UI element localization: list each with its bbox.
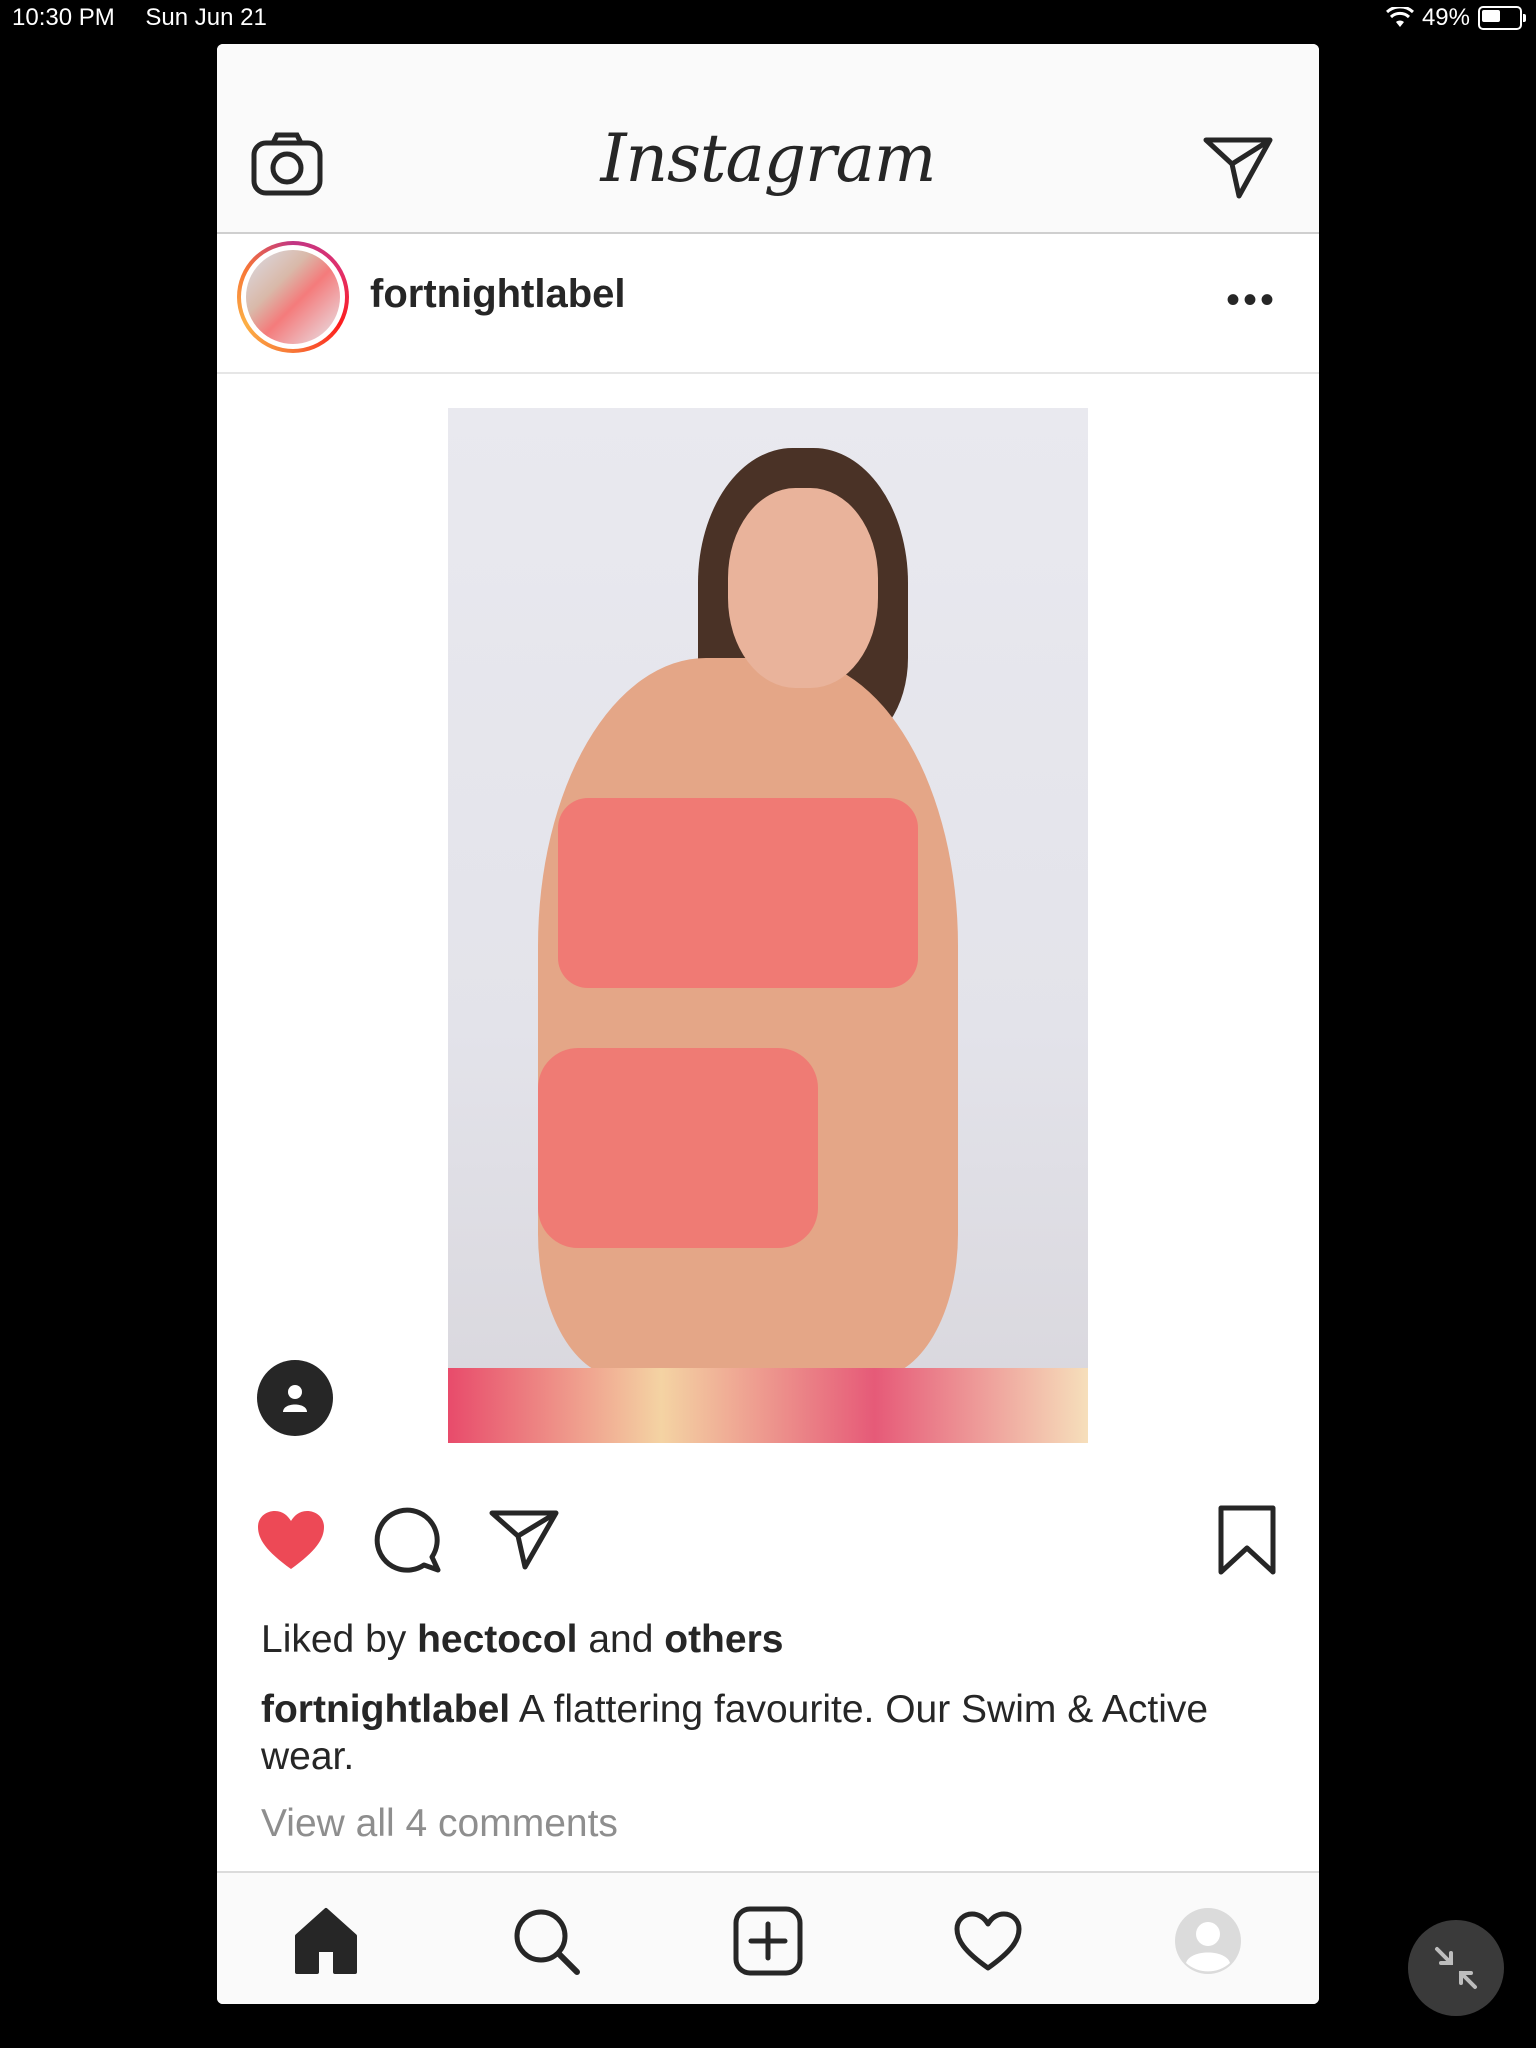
comment-bubble-icon bbox=[374, 1507, 441, 1573]
battery-percent: 49% bbox=[1421, 4, 1470, 31]
profile-icon bbox=[1175, 1908, 1241, 1974]
likes-others[interactable]: others bbox=[664, 1618, 783, 1661]
photo-face bbox=[728, 488, 878, 688]
post-caption: fortnightlabel A flattering favourite. O… bbox=[261, 1686, 1261, 1780]
view-comments-link[interactable]: View all 4 comments bbox=[261, 1802, 618, 1846]
likes-user[interactable]: hectocol bbox=[417, 1618, 577, 1661]
photo-swim-bottom bbox=[538, 1048, 818, 1248]
paper-plane-icon bbox=[489, 1510, 559, 1570]
avatar[interactable] bbox=[237, 241, 349, 353]
status-time: 10:30 PM bbox=[12, 4, 115, 31]
likes-mid: and bbox=[588, 1618, 654, 1661]
tab-profile[interactable] bbox=[1168, 1901, 1248, 1981]
wifi-icon bbox=[1385, 7, 1414, 27]
post-username[interactable]: fortnightlabel bbox=[370, 272, 626, 317]
post-image[interactable] bbox=[448, 408, 1088, 1443]
arrows-collapse-icon bbox=[1435, 1947, 1477, 1989]
instagram-app: Instagram fortnightlabel ••• Liked by he… bbox=[217, 44, 1319, 2004]
collapse-window-button[interactable] bbox=[1408, 1920, 1504, 2016]
photo-body bbox=[538, 658, 958, 1378]
more-options-button[interactable]: ••• bbox=[1226, 278, 1277, 323]
like-button[interactable] bbox=[255, 1504, 327, 1576]
plus-square-icon bbox=[733, 1906, 803, 1976]
photo-swim-top bbox=[558, 798, 918, 988]
top-bar: Instagram bbox=[217, 44, 1319, 234]
status-bar: 10:30 PM Sun Jun 21 49% bbox=[0, 0, 1536, 40]
share-button[interactable] bbox=[488, 1504, 560, 1576]
tagged-people-button[interactable] bbox=[257, 1360, 333, 1436]
comment-button[interactable] bbox=[373, 1504, 445, 1576]
status-left: 10:30 PM Sun Jun 21 bbox=[12, 4, 291, 32]
post-actions bbox=[217, 1504, 1319, 1604]
photo-seat bbox=[448, 1368, 1088, 1443]
search-icon bbox=[514, 1909, 580, 1975]
status-date: Sun Jun 21 bbox=[145, 4, 267, 31]
save-button[interactable] bbox=[1211, 1504, 1283, 1576]
post-header: fortnightlabel ••• bbox=[217, 234, 1319, 374]
heart-outline-icon bbox=[954, 1911, 1022, 1971]
bookmark-icon bbox=[1218, 1505, 1276, 1575]
likes-prefix: Liked by bbox=[261, 1618, 407, 1661]
battery-icon bbox=[1478, 6, 1526, 30]
person-tag-icon bbox=[283, 1385, 307, 1412]
app-logo: Instagram bbox=[600, 120, 936, 197]
tab-activity[interactable] bbox=[948, 1901, 1028, 1981]
paper-plane-icon bbox=[1203, 137, 1273, 199]
status-right: 49% bbox=[1385, 4, 1526, 32]
heart-filled-icon bbox=[258, 1511, 324, 1569]
avatar-image bbox=[246, 250, 340, 344]
likes-text[interactable]: Liked by hectocol and others bbox=[261, 1618, 783, 1662]
tab-home[interactable] bbox=[286, 1901, 366, 1981]
avatar-frame bbox=[241, 245, 345, 349]
caption-username[interactable]: fortnightlabel bbox=[261, 1688, 510, 1731]
direct-button[interactable] bbox=[1202, 132, 1274, 204]
home-icon bbox=[295, 1908, 357, 1974]
bottom-tab-bar bbox=[217, 1871, 1319, 2004]
tab-new-post[interactable] bbox=[728, 1901, 808, 1981]
tab-search[interactable] bbox=[506, 1901, 586, 1981]
battery-fill bbox=[1482, 10, 1500, 22]
